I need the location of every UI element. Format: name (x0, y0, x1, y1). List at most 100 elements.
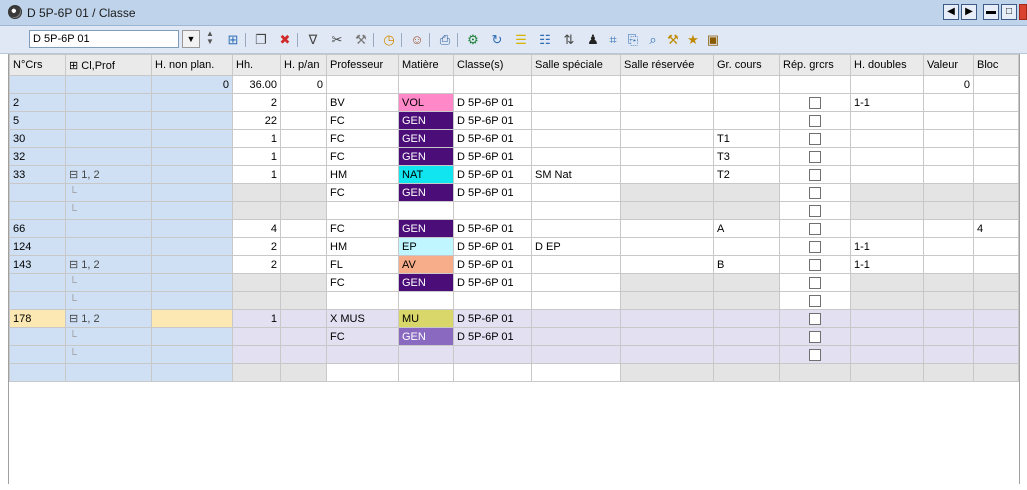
block-cell[interactable]: 4 (973, 219, 1019, 238)
hours-cell[interactable]: 22 (232, 111, 281, 130)
teacher-cell[interactable]: FC (326, 111, 399, 130)
refresh-icon[interactable]: ↻ (489, 32, 505, 48)
table-row[interactable]: 2 2 BV VOL D 5P-6P 01 1-1 (9, 93, 1019, 112)
tools-icon[interactable]: ⚒ (353, 32, 369, 48)
print-icon[interactable]: ⎙ (437, 32, 453, 48)
course-number-cell[interactable]: 2 (9, 93, 66, 112)
double-hours-cell[interactable] (850, 219, 924, 238)
clock-icon[interactable]: ◷ (381, 32, 397, 48)
subject-cell[interactable]: GEN (398, 111, 454, 130)
checkbox[interactable] (809, 258, 821, 271)
class-prof-cell[interactable]: └ (65, 183, 152, 202)
table-row[interactable]: 33 ⊟ 1, 2 1 HM NAT D 5P-6P 01 SM Nat T2 (9, 165, 1019, 184)
double-hours-cell[interactable] (850, 147, 924, 166)
course-number-cell[interactable]: 32 (9, 147, 66, 166)
teacher-icon[interactable]: ♟ (585, 32, 601, 48)
table-row[interactable]: 124 2 HM EP D 5P-6P 01 D EP 1-1 (9, 237, 1019, 256)
double-hours-cell[interactable]: 1-1 (850, 255, 924, 274)
reserved-room-cell[interactable] (620, 291, 714, 310)
teacher-cell[interactable] (326, 363, 399, 382)
special-room-cell[interactable] (531, 309, 621, 328)
group-repeat-cell[interactable] (779, 237, 851, 256)
class-prof-cell[interactable] (65, 363, 152, 382)
course-group-cell[interactable]: B (713, 255, 780, 274)
hours-cell[interactable] (232, 201, 281, 220)
column-header[interactable]: Valeur (923, 54, 974, 76)
classes-cell[interactable]: D 5P-6P 01 (453, 147, 532, 166)
teacher-cell[interactable]: BV (326, 93, 399, 112)
table-row[interactable]: 143 ⊟ 1, 2 2 FL AV D 5P-6P 01 B 1-1 (9, 255, 1019, 274)
course-number-cell[interactable]: 124 (9, 237, 66, 256)
class-prof-cell[interactable] (65, 111, 152, 130)
double-hours-cell[interactable] (850, 363, 924, 382)
hours-cell[interactable] (232, 291, 281, 310)
class-prof-cell[interactable]: └ (65, 327, 152, 346)
gear-check-icon[interactable]: ⚙ (465, 32, 481, 48)
special-room-cell[interactable]: SM Nat (531, 165, 621, 184)
double-hours-cell[interactable]: 1-1 (850, 237, 924, 256)
teacher-cell[interactable] (326, 201, 399, 220)
teacher-cell[interactable]: FC (326, 219, 399, 238)
table-row[interactable] (9, 363, 1019, 382)
group-repeat-cell[interactable] (779, 345, 851, 364)
value-cell[interactable] (923, 291, 974, 310)
teacher-cell[interactable] (326, 345, 399, 364)
special-room-cell[interactable] (531, 273, 621, 292)
group-repeat-cell[interactable] (779, 273, 851, 292)
teacher-cell[interactable]: FC (326, 273, 399, 292)
unplanned-hours-cell[interactable] (151, 93, 233, 112)
classes-cell[interactable]: D 5P-6P 01 (453, 219, 532, 238)
delete-icon[interactable]: ✖ (277, 32, 293, 48)
subject-cell[interactable]: EP (398, 237, 454, 256)
link-icon[interactable]: ✂ (329, 32, 345, 48)
course-number-cell[interactable] (9, 273, 66, 292)
course-number-cell[interactable] (9, 291, 66, 310)
group-repeat-cell[interactable] (779, 147, 851, 166)
classes-cell[interactable] (453, 363, 532, 382)
course-group-cell[interactable] (713, 183, 780, 202)
classes-cell[interactable] (453, 345, 532, 364)
course-number-cell[interactable]: 178 (9, 309, 66, 328)
group-repeat-cell[interactable] (779, 183, 851, 202)
table-row[interactable]: └ (9, 201, 1019, 220)
subject-cell[interactable]: GEN (398, 147, 454, 166)
subject-cell[interactable]: MU (398, 309, 454, 328)
course-group-cell[interactable]: T3 (713, 147, 780, 166)
table-row[interactable]: 178 ⊟ 1, 2 1 X MUS MU D 5P-6P 01 (9, 309, 1019, 328)
block-cell[interactable] (973, 129, 1019, 148)
checkbox[interactable] (809, 150, 821, 163)
value-cell[interactable] (923, 219, 974, 238)
hours-per-year-cell[interactable] (280, 219, 327, 238)
course-number-cell[interactable]: 66 (9, 219, 66, 238)
table-row[interactable]: 30 1 FC GEN D 5P-6P 01 T1 (9, 129, 1019, 148)
new-icon[interactable]: ❐ (253, 32, 269, 48)
checkbox[interactable] (809, 204, 821, 217)
hours-cell[interactable] (232, 327, 281, 346)
column-header[interactable]: H. doubles (850, 54, 924, 76)
column-header[interactable]: Salle spéciale (531, 54, 621, 76)
minimize-button[interactable]: ▬ (983, 4, 999, 20)
column-header[interactable]: H. non plan. (151, 54, 233, 76)
hours-per-year-cell[interactable] (280, 93, 327, 112)
double-hours-cell[interactable] (850, 201, 924, 220)
unplanned-hours-cell[interactable] (151, 255, 233, 274)
teacher-cell[interactable]: FC (326, 147, 399, 166)
group-repeat-cell[interactable] (779, 93, 851, 112)
class-prof-cell[interactable] (65, 237, 152, 256)
reserved-room-cell[interactable] (620, 309, 714, 328)
course-group-cell[interactable] (713, 309, 780, 328)
prev-window-icon[interactable]: ◀ (943, 4, 959, 20)
hours-cell[interactable]: 1 (232, 165, 281, 184)
value-cell[interactable] (923, 255, 974, 274)
column-header[interactable]: Gr. cours (713, 54, 780, 76)
value-cell[interactable] (923, 111, 974, 130)
hours-cell[interactable]: 2 (232, 255, 281, 274)
subject-cell[interactable]: GEN (398, 129, 454, 148)
reserved-room-cell[interactable] (620, 111, 714, 130)
hours-cell[interactable]: 4 (232, 219, 281, 238)
reserved-room-cell[interactable] (620, 273, 714, 292)
windows-icon[interactable]: ▣ (705, 32, 721, 48)
hours-per-year-cell[interactable] (280, 291, 327, 310)
table-row[interactable]: 66 4 FC GEN D 5P-6P 01 A 4 (9, 219, 1019, 238)
column-header[interactable]: Bloc (973, 54, 1019, 76)
